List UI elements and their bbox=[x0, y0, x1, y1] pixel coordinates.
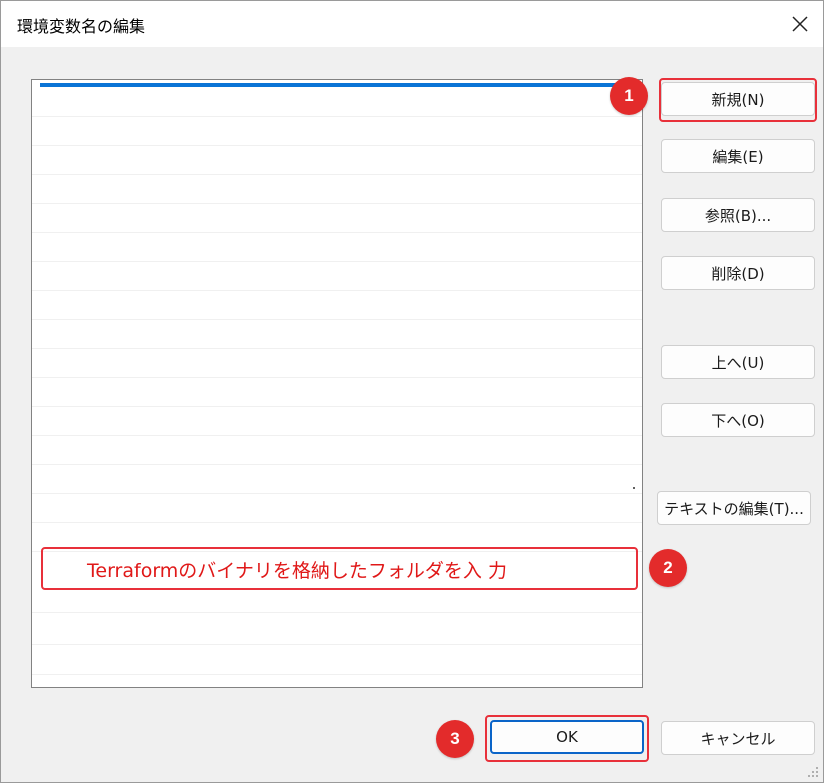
move-up-button[interactable]: 上へ(U) bbox=[661, 345, 815, 379]
step-badge-3: 3 bbox=[436, 720, 474, 758]
window-title: 環境変数名の編集 bbox=[17, 17, 146, 36]
list-item[interactable] bbox=[32, 233, 642, 262]
step-badge-2: 2 bbox=[649, 549, 687, 587]
list-item[interactable] bbox=[32, 494, 642, 523]
delete-button[interactable]: 削除(D) bbox=[661, 256, 815, 290]
list-item[interactable] bbox=[32, 204, 642, 233]
edit-text-button[interactable]: テキストの編集(T)... bbox=[657, 491, 811, 525]
list-item[interactable] bbox=[32, 407, 642, 436]
close-icon bbox=[792, 16, 808, 32]
list-item[interactable] bbox=[32, 320, 642, 349]
close-button[interactable] bbox=[777, 1, 823, 47]
list-item[interactable] bbox=[32, 646, 642, 675]
list-item[interactable] bbox=[32, 146, 642, 175]
selected-entry-indicator bbox=[40, 83, 637, 87]
edit-button[interactable]: 編集(E) bbox=[661, 139, 815, 173]
cancel-button[interactable]: キャンセル bbox=[661, 721, 815, 755]
scrollbar-marker bbox=[633, 487, 635, 489]
list-item[interactable] bbox=[32, 378, 642, 407]
list-item[interactable] bbox=[32, 117, 642, 146]
list-item[interactable] bbox=[32, 436, 642, 465]
edit-environment-variable-dialog: 環境変数名の編集 新規(N) 編集(E) 参照(B)... 削除(D) 上へ(U… bbox=[0, 0, 824, 783]
browse-button[interactable]: 参照(B)... bbox=[661, 198, 815, 232]
list-item[interactable] bbox=[32, 88, 642, 117]
list-item[interactable] bbox=[32, 291, 642, 320]
resize-grip-icon[interactable] bbox=[807, 766, 819, 778]
ok-button[interactable]: OK bbox=[490, 720, 644, 754]
annotation-instruction-text: Terraformのバイナリを格納したフォルダを入 力 bbox=[87, 560, 507, 582]
list-item[interactable] bbox=[32, 175, 642, 204]
list-item[interactable] bbox=[32, 616, 642, 645]
list-item[interactable] bbox=[32, 465, 642, 494]
list-item[interactable] bbox=[32, 584, 642, 613]
list-item[interactable] bbox=[32, 523, 642, 552]
step-badge-1: 1 bbox=[610, 77, 648, 115]
move-down-button[interactable]: 下へ(O) bbox=[661, 403, 815, 437]
list-item[interactable] bbox=[32, 349, 642, 378]
new-button[interactable]: 新規(N) bbox=[661, 82, 815, 116]
list-item[interactable] bbox=[32, 262, 642, 291]
title-bar: 環境変数名の編集 bbox=[1, 1, 823, 47]
path-list[interactable] bbox=[31, 79, 643, 688]
